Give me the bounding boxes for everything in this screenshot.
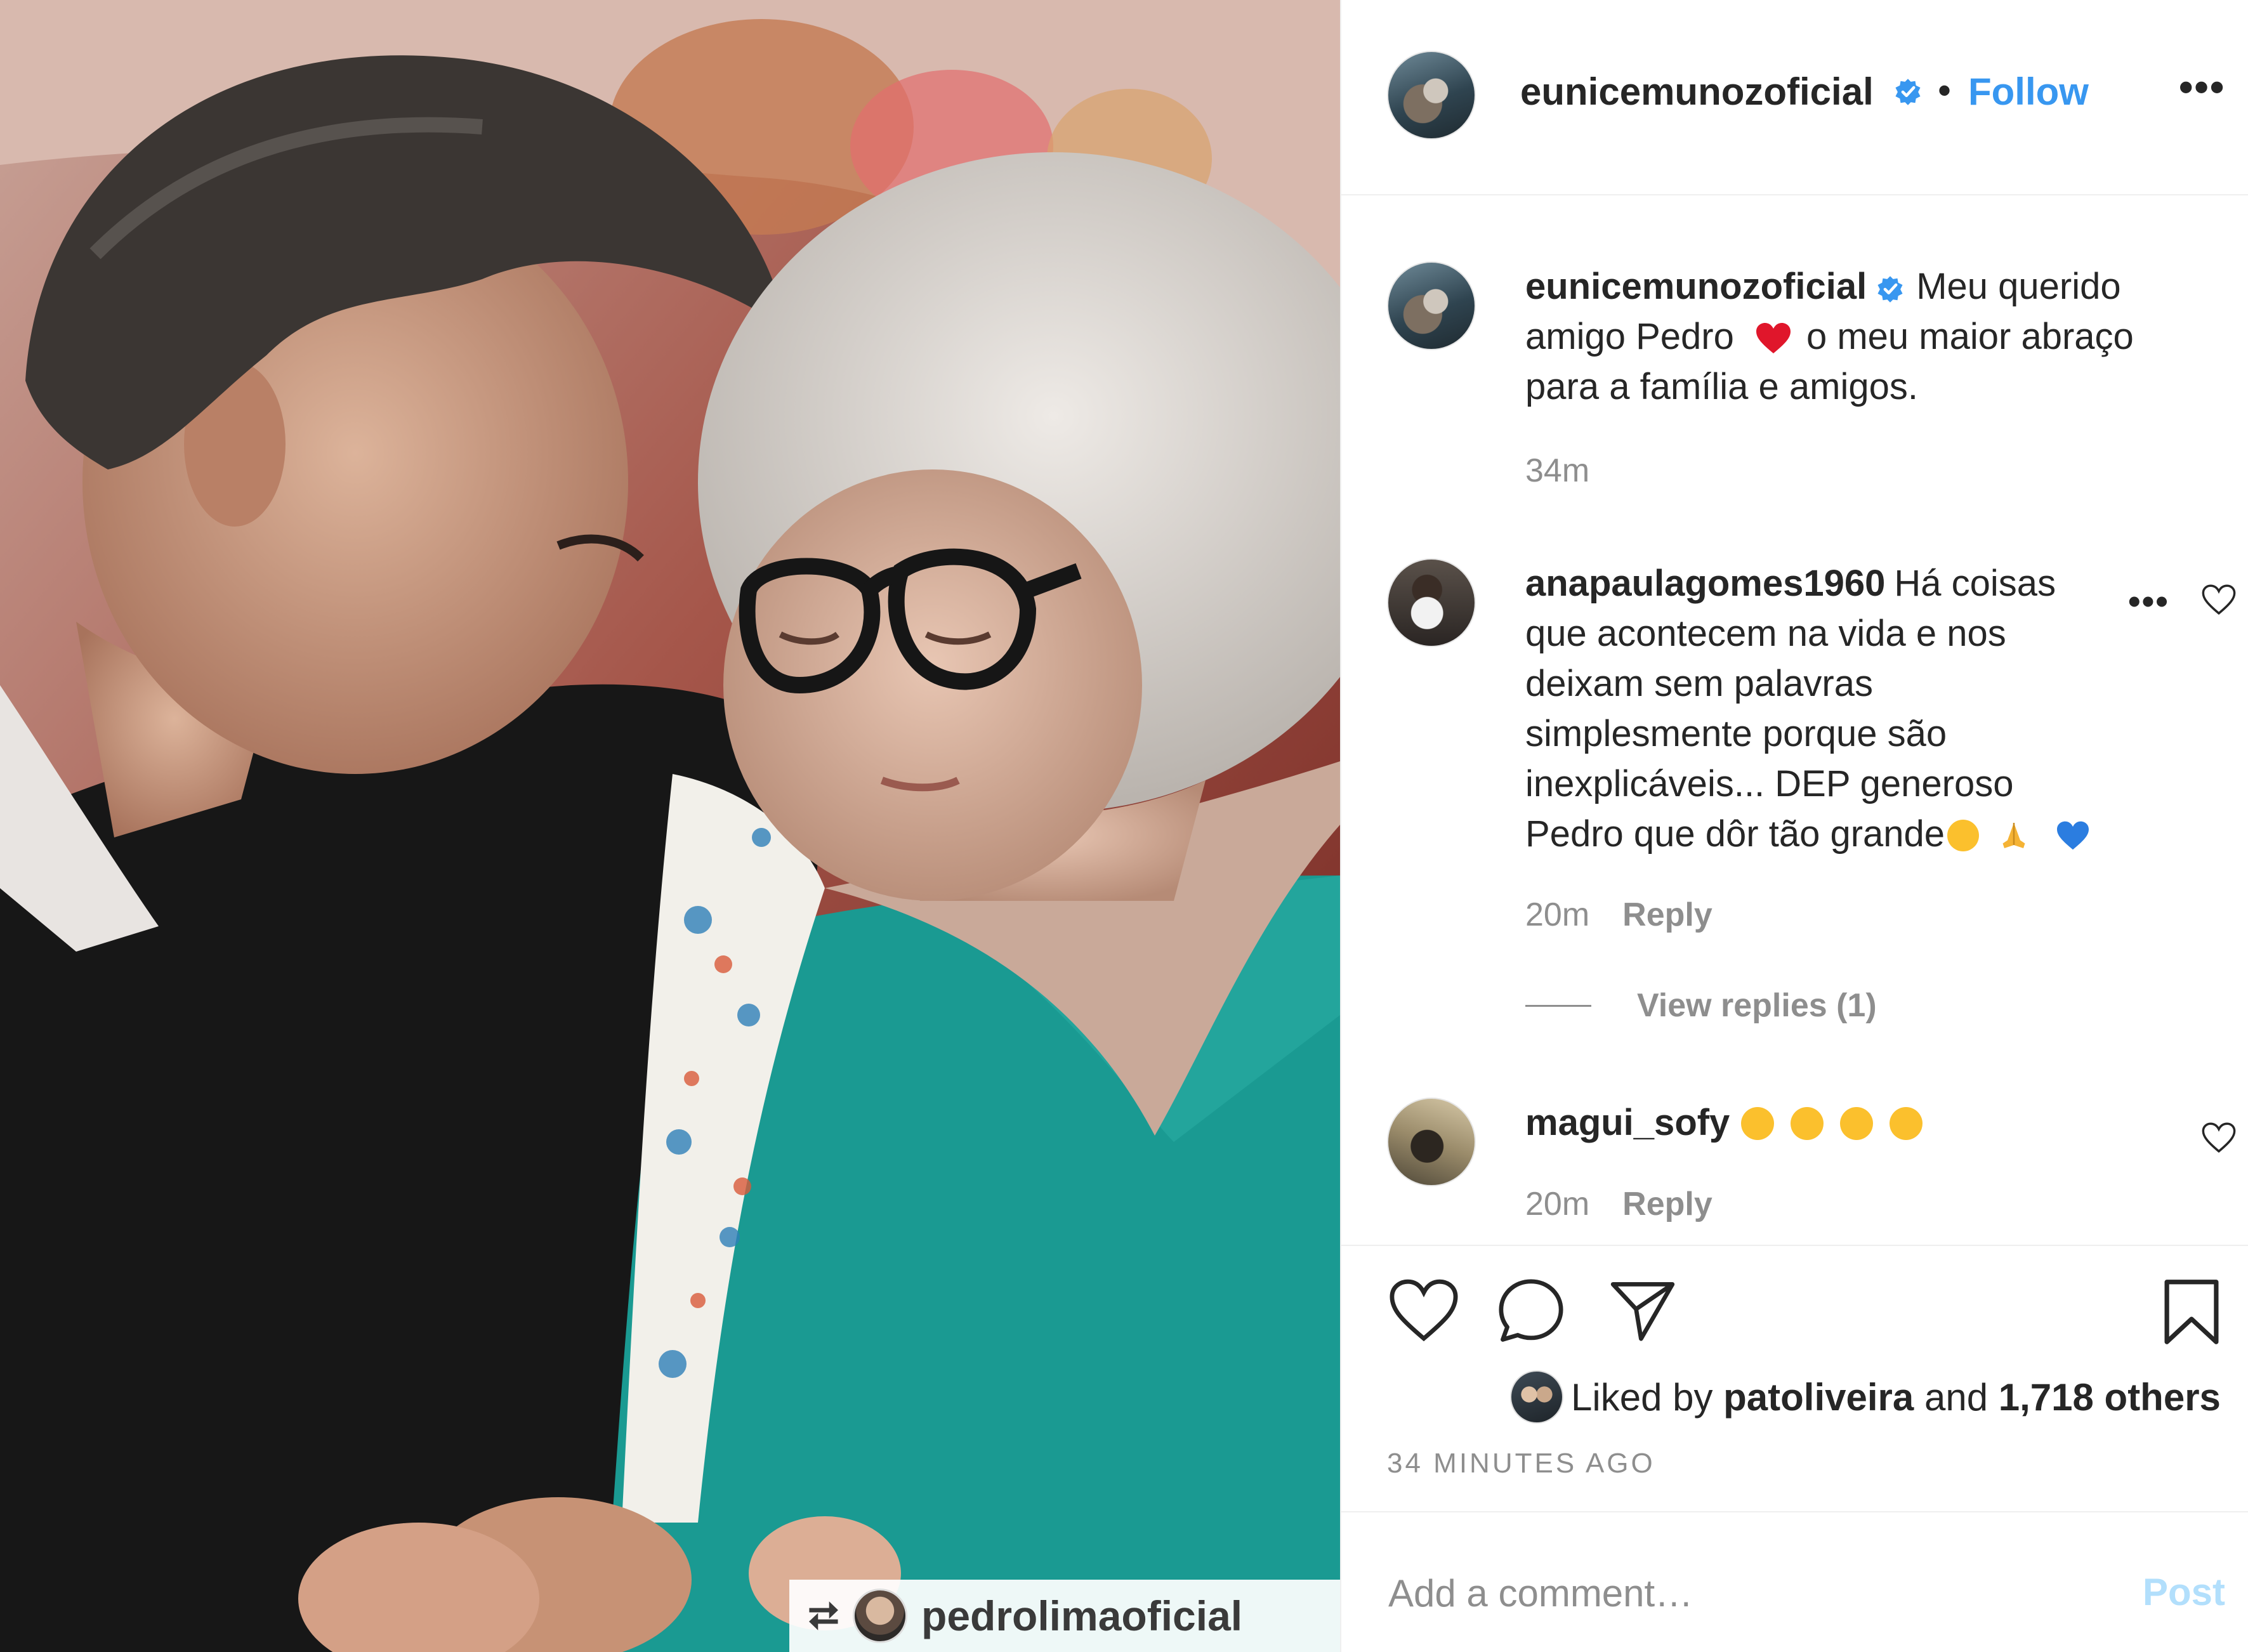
liker-username[interactable]: patoliveira (1723, 1375, 1914, 1419)
verified-badge-icon (1877, 275, 1903, 303)
more-options-button[interactable]: ••• (2179, 63, 2225, 110)
post-photo[interactable]: A PO (0, 0, 1340, 1652)
heart-icon[interactable] (1387, 1276, 1461, 1344)
comment-more-button[interactable]: ••• (2128, 580, 2169, 622)
view-replies-line (1525, 1004, 1591, 1007)
pleading-face-emoji-icon (1791, 1107, 1824, 1140)
verified-badge-icon (1895, 79, 1921, 105)
post-comment-button[interactable]: Post (2143, 1570, 2225, 1614)
post-timestamp[interactable]: 34 MINUTES AGO (1387, 1448, 1655, 1479)
praying-hands-emoji-icon (1998, 814, 2030, 848)
view-replies-button[interactable]: View replies (1) (1525, 987, 1877, 1025)
comment-time: 20m (1525, 1186, 1590, 1223)
bookmark-icon[interactable] (2160, 1276, 2223, 1347)
likes-prefix: Liked by (1571, 1375, 1713, 1419)
comment-box-divider (1341, 1511, 2248, 1512)
comment-line: que acontecem na vida e nos (1525, 613, 2006, 654)
caption-line-2b: o meu maior abraço (1806, 316, 2134, 357)
view-replies-label: View replies (1) (1637, 987, 1877, 1024)
pleading-face-emoji-icon (1890, 1107, 1923, 1140)
caption-text: eunicemunozoficial Meu querido amigo Pedr… (1525, 261, 2134, 412)
caption-avatar[interactable] (1387, 261, 1476, 350)
likes-summary: Liked by patoliveira and 1,718 others (1510, 1370, 2221, 1424)
repost-icon: ⮂ (808, 1594, 839, 1637)
reply-button[interactable]: Reply (1622, 1186, 1712, 1223)
comment-line: inexplicáveis... DEP generoso (1525, 763, 2014, 804)
header-avatar[interactable] (1387, 51, 1476, 140)
comment-meta: 20m Reply (1525, 896, 1712, 934)
comment-line: Pedro que dôr tão grande (1525, 813, 1945, 855)
comment-avatar[interactable] (1387, 1098, 1476, 1186)
likes-conj: and (1924, 1375, 1988, 1419)
comment-text: magui_sofy (1525, 1098, 1923, 1148)
sad-face-emoji-icon (1741, 1107, 1775, 1140)
blue-heart-emoji-icon (2057, 821, 2089, 850)
comment-time: 20m (1525, 896, 1590, 933)
repost-tag[interactable]: ⮂ pedrolimaoficial (789, 1580, 1340, 1652)
caption-line-3: para a família e amigos. (1525, 366, 1918, 407)
liker-avatar[interactable] (1510, 1370, 1563, 1424)
header-username[interactable]: eunicemunozoficial (1520, 70, 1874, 114)
comment-line: deixam sem palavras (1525, 663, 1873, 704)
comment-line: simplesmente porque são (1525, 713, 1947, 754)
header-separator-dot: • (1938, 69, 1952, 112)
header-divider (1341, 194, 2248, 195)
repost-username: pedrolimaoficial (921, 1592, 1243, 1639)
comment-text: anapaulagomes1960 Há coisas que acontecem… (1525, 558, 2109, 859)
likes-count-button[interactable]: 1,718 others (1999, 1375, 2221, 1419)
comment-line: Há coisas (1894, 563, 2056, 604)
comment-like-heart-icon[interactable] (2200, 1119, 2237, 1156)
actions-divider (1341, 1245, 2248, 1246)
caption-line-2a: amigo Pedro (1525, 316, 1734, 357)
comment-meta: 20m Reply (1525, 1185, 1712, 1223)
post-side-panel: eunicemunozoficial • Follow ••• eunicemu… (1340, 0, 2248, 1652)
follow-button[interactable]: Follow (1968, 70, 2089, 114)
reply-button[interactable]: Reply (1622, 896, 1712, 933)
red-heart-emoji-icon (1756, 323, 1791, 353)
comment-avatar[interactable] (1387, 558, 1476, 647)
comment-like-heart-icon[interactable] (2200, 581, 2237, 618)
comment-icon[interactable] (1496, 1276, 1566, 1346)
photo-illustration: A PO (0, 0, 1340, 1652)
caption-time: 34m (1525, 452, 1590, 489)
comment-username[interactable]: magui_sofy (1525, 1102, 1730, 1143)
repost-avatar (853, 1589, 907, 1643)
comment-username[interactable]: anapaulagomes1960 (1525, 563, 1885, 604)
caption-username[interactable]: eunicemunozoficial (1525, 266, 1867, 307)
share-icon[interactable] (1608, 1278, 1678, 1344)
caption-line-1: Meu querido (1916, 266, 2121, 307)
pleading-face-emoji-icon (1840, 1107, 1874, 1140)
crying-face-emoji-icon (1947, 820, 1980, 851)
add-comment-input[interactable] (1387, 1567, 2087, 1619)
